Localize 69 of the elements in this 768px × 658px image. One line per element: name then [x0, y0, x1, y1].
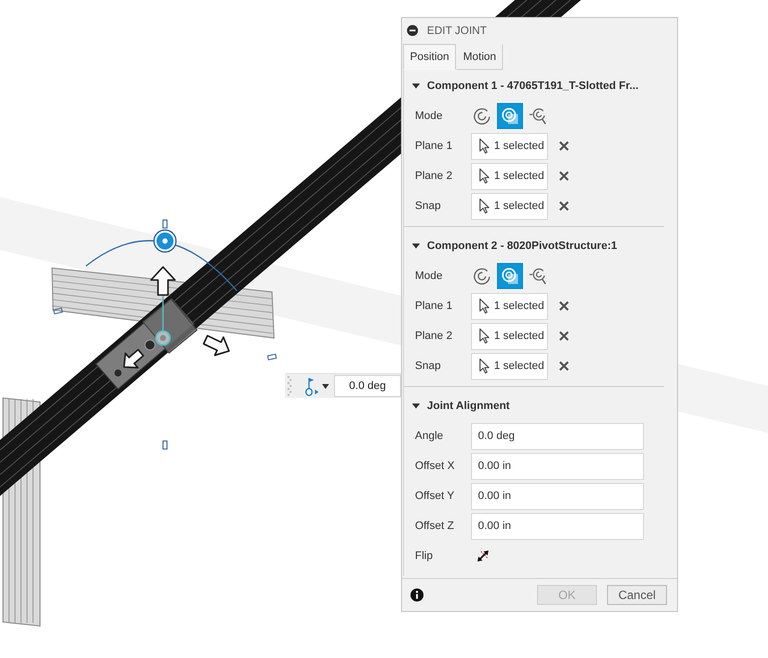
- right-arrow-handle[interactable]: [202, 334, 230, 356]
- field-label: Plane 1: [415, 300, 454, 312]
- text-field[interactable]: 0.0 deg: [471, 422, 644, 450]
- field-label: Offset Z: [415, 520, 455, 532]
- point-marker: [53, 308, 63, 314]
- selection-field[interactable]: 1 selected: [471, 162, 548, 190]
- section-title: Component 2 - 8020PivotStructure:1: [427, 240, 618, 252]
- cross-icon[interactable]: [559, 331, 569, 341]
- rotation-handle[interactable]: [153, 229, 177, 253]
- point-marker: [162, 220, 168, 228]
- selection-field[interactable]: 1 selected: [471, 322, 548, 350]
- field-label: Offset X: [415, 460, 456, 472]
- left-arrow-handle[interactable]: [123, 348, 144, 368]
- cross-icon[interactable]: [559, 361, 569, 371]
- field-label: Flip: [415, 550, 434, 562]
- cursor-icon: [479, 138, 490, 154]
- field-label: Plane 1: [415, 140, 454, 152]
- selection-field[interactable]: 1 selected: [471, 292, 548, 320]
- selection-field[interactable]: 1 selected: [471, 132, 548, 160]
- field-label: Angle: [415, 430, 444, 442]
- flip-arrows-icon[interactable]: [477, 550, 489, 562]
- mode-button[interactable]: [497, 103, 523, 129]
- cursor-icon: [479, 298, 490, 314]
- pin-icon[interactable]: [305, 376, 319, 396]
- section-title: Component 1 - 47065T191_T-Slotted Fr...: [427, 80, 638, 92]
- rotation-arc[interactable]: [86, 240, 238, 292]
- angle-field[interactable]: 0.0 deg: [334, 375, 401, 397]
- open-ring-icon: [473, 107, 491, 125]
- mode-button[interactable]: [497, 263, 523, 289]
- field-label: Mode: [415, 110, 444, 122]
- cross-icon[interactable]: [559, 171, 569, 181]
- text-field[interactable]: 0.00 in: [471, 512, 644, 540]
- text-field[interactable]: 0.00 in: [471, 452, 644, 480]
- open-ring-icon: [473, 267, 491, 285]
- selection-field[interactable]: 1 selected: [471, 192, 548, 220]
- selection-field[interactable]: 1 selected: [471, 352, 548, 380]
- tab[interactable]: Position: [403, 44, 456, 70]
- field-label: Offset Y: [415, 490, 456, 502]
- joint-origin-marker: [155, 330, 171, 346]
- cursor-icon: [479, 168, 490, 184]
- cancel-button[interactable]: Cancel: [607, 585, 667, 605]
- caret-icon[interactable]: [322, 384, 329, 388]
- text-field[interactable]: 0.00 in: [471, 482, 644, 510]
- cursor-icon: [479, 198, 490, 214]
- point-marker: [162, 440, 168, 450]
- dialog-title: EDIT JOINT: [427, 24, 487, 36]
- field-label: Plane 2: [415, 170, 454, 182]
- cross-icon[interactable]: [559, 141, 569, 151]
- axis-line: [162, 294, 164, 331]
- section-title: Joint Alignment: [427, 400, 510, 412]
- field-label: Snap: [415, 360, 442, 372]
- field-label: Mode: [415, 270, 444, 282]
- caret-down-icon[interactable]: [412, 242, 420, 250]
- cross-icon[interactable]: [559, 301, 569, 311]
- grip-handle[interactable]: [287, 375, 292, 397]
- field-label: Snap: [415, 200, 442, 212]
- info-icon[interactable]: [410, 588, 424, 602]
- cursor-icon: [479, 358, 490, 374]
- cross-icon[interactable]: [559, 201, 569, 211]
- up-arrow-handle[interactable]: [150, 266, 176, 296]
- caret-down-icon[interactable]: [412, 402, 420, 410]
- offset-circle-icon: [529, 107, 547, 125]
- offset-circle-icon: [529, 267, 547, 285]
- cursor-icon: [479, 328, 490, 344]
- tab[interactable]: Motion: [456, 44, 504, 70]
- field-label: Plane 2: [415, 330, 454, 342]
- minus-circle-icon[interactable]: [407, 25, 418, 36]
- caret-down-icon[interactable]: [412, 82, 420, 90]
- point-marker: [267, 354, 277, 360]
